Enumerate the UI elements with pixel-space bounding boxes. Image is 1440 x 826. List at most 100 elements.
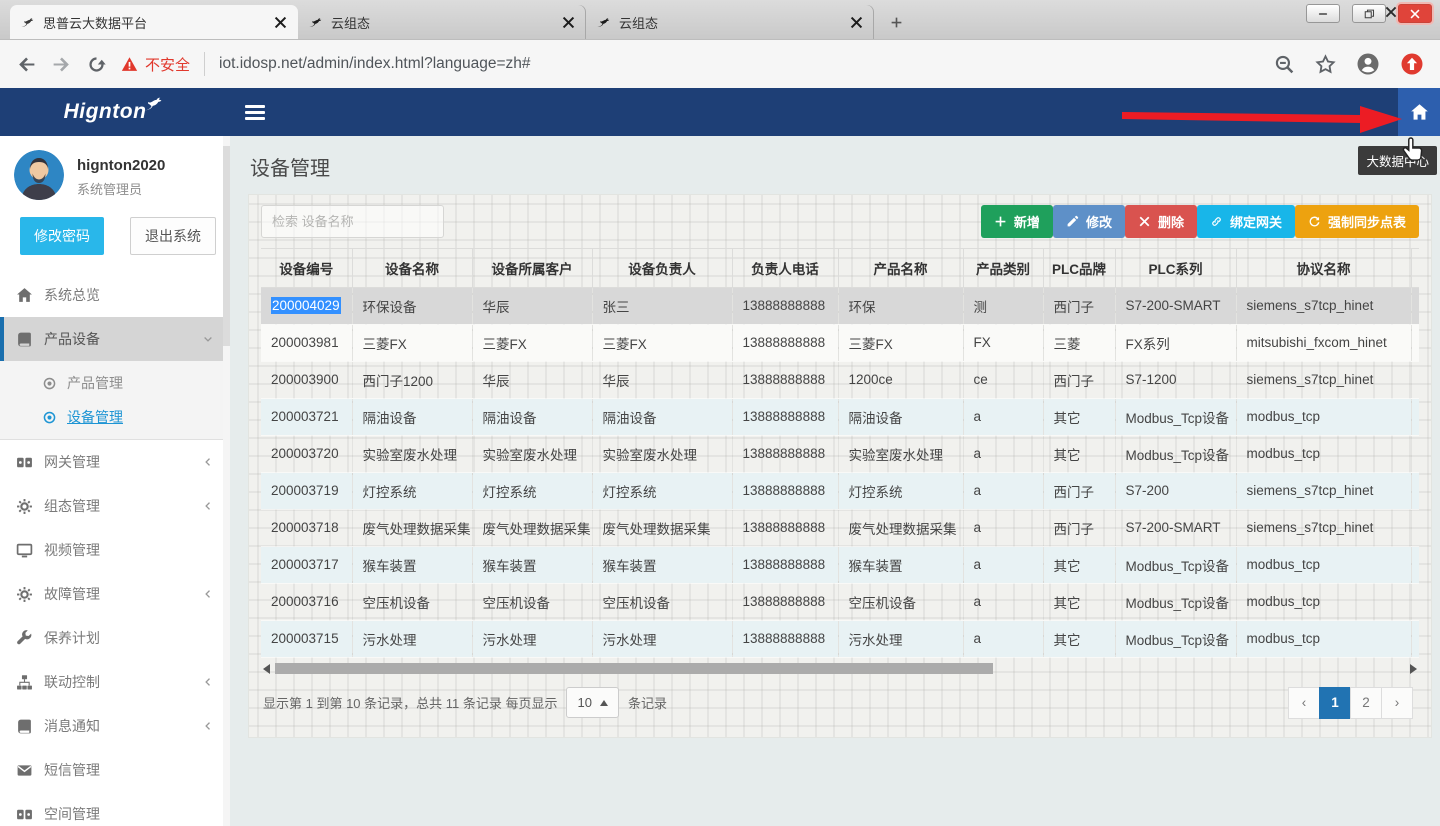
close-button[interactable] <box>1398 4 1432 23</box>
page-button-2[interactable]: 2 <box>1350 687 1382 719</box>
table-row[interactable]: 200003721隔油设备隔油设备隔油设备13888888888隔油设备a其它M… <box>261 398 1419 435</box>
sidebar-item-label: 消息通知 <box>44 716 100 736</box>
home-button[interactable] <box>1398 88 1440 136</box>
page-button-1[interactable]: 1 <box>1319 687 1351 719</box>
sidebar-item-视频管理[interactable]: 视频管理 <box>0 528 230 572</box>
sidebar-item-组态管理[interactable]: 组态管理 <box>0 484 230 528</box>
column-header-PLC品牌: PLC品牌 <box>1043 249 1115 287</box>
sidebar-item-短信管理[interactable]: 短信管理 <box>0 748 230 792</box>
horizontal-scrollbar[interactable] <box>261 661 1419 677</box>
table-header-row: 设备编号设备名称设备所属客户设备负责人负责人电话产品名称产品类别PLC品牌PLC… <box>261 249 1419 287</box>
sidebar-item-label: 联动控制 <box>44 672 100 692</box>
logout-button[interactable]: 退出系统 <box>130 217 216 255</box>
column-header-PLC系列: PLC系列 <box>1115 249 1236 287</box>
column-header-设备所属客户: 设备所属客户 <box>472 249 592 287</box>
tab-close-icon[interactable] <box>561 15 576 30</box>
sidebar-item-网关管理[interactable]: 网关管理 <box>0 440 230 484</box>
toolbar-button-修改[interactable]: 修改 <box>1053 205 1125 238</box>
table-row[interactable]: 200003719灯控系统灯控系统灯控系统13888888888灯控系统a西门子… <box>261 472 1419 509</box>
table-row[interactable]: 200003718废气处理数据采集废气处理数据采集废气处理数据采集1388888… <box>261 509 1419 546</box>
table-row[interactable]: 200003716空压机设备空压机设备空压机设备13888888888空压机设备… <box>261 583 1419 620</box>
bookmark-star-icon[interactable] <box>1315 54 1336 75</box>
profile-icon[interactable] <box>1356 52 1380 76</box>
table-cell: 污水处理 <box>472 620 592 657</box>
scrollbar-thumb[interactable] <box>275 663 993 674</box>
table-row[interactable]: 200003715污水处理污水处理污水处理13888888888污水处理a其它M… <box>261 620 1419 657</box>
toolbar-button-强制同步点表[interactable]: 强制同步点表 <box>1295 205 1419 238</box>
menu-toggle-button[interactable] <box>245 105 265 120</box>
sidebar-subitem-产品管理[interactable]: 产品管理 <box>0 366 230 400</box>
table-cell: 网口 <box>1411 509 1419 546</box>
table-cell: 三菱FX <box>352 324 472 361</box>
toolbar-button-绑定网关[interactable]: 绑定网关 <box>1197 205 1295 238</box>
table-cell: 环保设备 <box>352 287 472 324</box>
sidebar-item-空间管理[interactable]: 空间管理 <box>0 792 230 826</box>
browser-window-frame: 思普云大数据平台 云组态 云组态 <box>0 0 1440 40</box>
table-cell: S7-1200 <box>1115 361 1236 398</box>
back-icon[interactable] <box>16 54 37 75</box>
reload-icon[interactable] <box>86 54 107 75</box>
table-cell: 废气处理数据采集 <box>472 509 592 546</box>
tab-title: 云组态 <box>619 13 841 32</box>
chevron-left-icon <box>202 500 214 512</box>
search-input[interactable] <box>261 205 444 238</box>
sidebar-item-联动控制[interactable]: 联动控制 <box>0 660 230 704</box>
table-cell: ce <box>963 361 1043 398</box>
sidebar-subitem-设备管理[interactable]: 设备管理 <box>0 400 230 434</box>
extension-icon[interactable] <box>1400 52 1424 76</box>
prev-page-button[interactable]: ‹ <box>1288 687 1320 719</box>
security-badge[interactable]: 不安全 <box>121 54 190 75</box>
table-row[interactable]: 200003981三菱FX三菱FX三菱FX13888888888三菱FXFX三菱… <box>261 324 1419 361</box>
next-page-button[interactable]: › <box>1381 687 1413 719</box>
table-cell: 其它 <box>1043 546 1115 583</box>
browser-tab[interactable]: 云组态 <box>298 5 586 39</box>
pagination-summary: 显示第 1 到第 10 条记录，总共 11 条记录 每页显示 <box>263 693 557 712</box>
pagination-bar: 显示第 1 到第 10 条记录，总共 11 条记录 每页显示 10 条记录 ‹1… <box>261 679 1419 733</box>
restore-button[interactable] <box>1352 4 1386 23</box>
sidebar-item-系统总览[interactable]: 系统总览 <box>0 273 230 317</box>
sidebar-item-故障管理[interactable]: 故障管理 <box>0 572 230 616</box>
table-cell: 其它 <box>1043 620 1115 657</box>
tab-close-icon[interactable] <box>273 15 288 30</box>
table-row[interactable]: 200003900西门子1200华辰华辰138888888881200cece西… <box>261 361 1419 398</box>
sidebar-item-label: 空间管理 <box>44 804 100 824</box>
url-text[interactable]: iot.idosp.net/admin/index.html?language=… <box>219 55 1260 73</box>
browser-tab[interactable]: 思普云大数据平台 <box>10 5 298 39</box>
table-row[interactable]: 200004029环保设备华辰张三13888888888环保测西门子S7-200… <box>261 287 1419 324</box>
frames-icon <box>16 806 33 823</box>
browser-tab[interactable]: 云组态 <box>586 5 874 39</box>
sidebar-scrollbar[interactable] <box>223 136 230 826</box>
table-cell: 网口 <box>1411 546 1419 583</box>
scroll-right-icon[interactable] <box>1410 664 1417 674</box>
sidebar-item-保养计划[interactable]: 保养计划 <box>0 616 230 660</box>
table-cell: 实验室废水处理 <box>352 435 472 472</box>
table-cell: 测 <box>963 287 1043 324</box>
table-cell: 13888888888 <box>732 472 838 509</box>
table-cell: 华辰 <box>472 361 592 398</box>
table-cell: 串口 <box>1411 324 1419 361</box>
table-cell: S7-200 <box>1115 472 1236 509</box>
toolbar-button-删除[interactable]: 删除 <box>1125 205 1197 238</box>
restore-icon <box>1363 8 1375 20</box>
table-cell: 13888888888 <box>732 398 838 435</box>
address-bar[interactable]: 不安全 iot.idosp.net/admin/index.html?langu… <box>0 40 1440 88</box>
new-tab-button[interactable] <box>882 8 910 36</box>
page-size-select[interactable]: 10 <box>566 687 618 718</box>
change-password-button[interactable]: 修改密码 <box>20 217 104 255</box>
table-row[interactable]: 200003717猴车装置猴车装置猴车装置13888888888猴车装置a其它M… <box>261 546 1419 583</box>
table-cell: 华辰 <box>472 287 592 324</box>
tab-close-icon[interactable] <box>849 15 864 30</box>
sidebar-item-消息通知[interactable]: 消息通知 <box>0 704 230 748</box>
zoom-out-icon[interactable] <box>1274 54 1295 75</box>
table-row[interactable]: 200003720实验室废水处理实验室废水处理实验室废水处理1388888888… <box>261 435 1419 472</box>
forward-icon[interactable] <box>51 54 72 75</box>
gears-icon <box>16 498 33 515</box>
scroll-left-icon[interactable] <box>263 664 270 674</box>
link-icon <box>1210 215 1223 228</box>
toolbar-button-新增[interactable]: 新增 <box>981 205 1053 238</box>
minimize-button[interactable] <box>1306 4 1340 23</box>
table-cell: 灯控系统 <box>838 472 963 509</box>
tab-title: 云组态 <box>331 13 553 32</box>
sidebar-item-产品设备[interactable]: 产品设备 <box>0 317 230 361</box>
table-cell: 实验室废水处理 <box>592 435 732 472</box>
